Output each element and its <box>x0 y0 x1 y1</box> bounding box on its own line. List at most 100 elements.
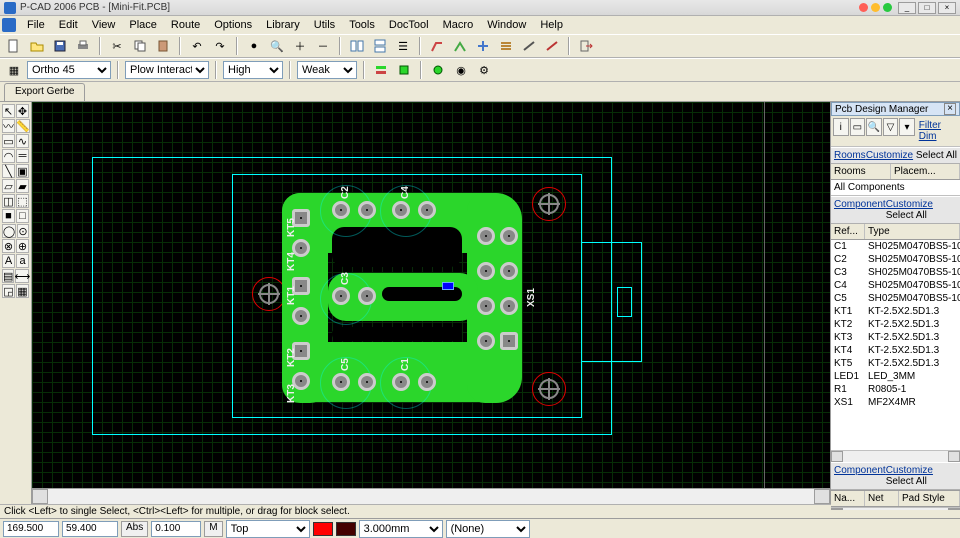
selectall-link-3[interactable]: Select All <box>886 476 927 487</box>
component-list-body[interactable]: C1SH025M0470BS5-1012C2SH025M0470BS5-1012… <box>831 240 960 450</box>
route-multi-icon[interactable] <box>519 36 539 56</box>
menu-tools[interactable]: Tools <box>342 18 382 32</box>
component-row[interactable]: C2SH025M0470BS5-1012 <box>831 253 960 266</box>
undo-icon[interactable]: ↶ <box>187 36 207 56</box>
settings-icon[interactable]: ⚙ <box>474 60 494 80</box>
minimize-dot-icon[interactable] <box>871 3 880 12</box>
snap-icon[interactable]: ▦ <box>4 60 24 80</box>
customize-link[interactable]: Customize <box>866 150 913 161</box>
menu-view[interactable]: View <box>85 18 123 32</box>
tab-export-gerber[interactable]: Export Gerbe <box>4 83 85 101</box>
zoom-window-icon[interactable]: 🔍 <box>267 36 287 56</box>
exit-icon[interactable] <box>576 36 596 56</box>
highlight-icon[interactable]: ▽ <box>883 118 899 136</box>
menu-macro[interactable]: Macro <box>436 18 481 32</box>
filter-toggle-icon[interactable]: ▾ <box>899 118 915 136</box>
via-icon[interactable] <box>428 60 448 80</box>
placem-col[interactable]: Placem... <box>891 164 960 179</box>
component-row[interactable]: KT4KT-2.5X2.5D1.3 <box>831 344 960 357</box>
route-bus-icon[interactable] <box>496 36 516 56</box>
component-row[interactable]: XS1MF2X4MR <box>831 396 960 409</box>
menu-doctool[interactable]: DocTool <box>382 18 436 32</box>
route-interactive-icon[interactable] <box>450 36 470 56</box>
panel-h-scroll-2[interactable] <box>831 507 960 510</box>
zoom-icon[interactable]: 🔍 <box>866 118 882 136</box>
menu-library[interactable]: Library <box>259 18 307 32</box>
print-icon[interactable] <box>73 36 93 56</box>
scroll-left-icon[interactable] <box>32 489 48 504</box>
via-tool-icon[interactable]: ⊙ <box>17 224 29 238</box>
zoom-out-icon[interactable]: － <box>313 36 333 56</box>
components-label[interactable]: Component <box>834 199 886 221</box>
table-tool-icon[interactable]: ▦ <box>16 284 29 298</box>
rooms-label[interactable]: Rooms <box>834 150 866 161</box>
weak-combo[interactable]: Weak <box>297 61 357 79</box>
room-tool-icon[interactable]: □ <box>16 209 29 223</box>
component-row[interactable]: C5SH025M0470BS5-1012 <box>831 292 960 305</box>
select-icon[interactable]: ▭ <box>850 118 866 136</box>
nets-comp-label[interactable]: Component <box>834 465 886 487</box>
all-components-row[interactable]: All Components <box>831 180 960 196</box>
abs-button[interactable]: Abs <box>121 521 148 537</box>
keepout-tool-icon[interactable]: ⬚ <box>16 194 29 208</box>
priority-combo[interactable]: High <box>223 61 283 79</box>
list-icon[interactable]: ☰ <box>393 36 413 56</box>
measure-tool-icon[interactable]: 📏 <box>16 119 30 133</box>
component-row[interactable]: R1R0805-1 <box>831 383 960 396</box>
route-miter-icon[interactable] <box>542 36 562 56</box>
component-row[interactable]: LED1LED_3MM <box>831 370 960 383</box>
customize-link-2[interactable]: Customize <box>886 199 933 210</box>
cutout-tool-icon[interactable]: ◫ <box>2 194 15 208</box>
cut-icon[interactable]: ✂ <box>107 36 127 56</box>
paste-icon[interactable] <box>153 36 173 56</box>
component-row[interactable]: KT5KT-2.5X2.5D1.3 <box>831 357 960 370</box>
component-row[interactable]: KT2KT-2.5X2.5D1.3 <box>831 318 960 331</box>
menu-utils[interactable]: Utils <box>307 18 342 32</box>
selectall-link-2[interactable]: Select All <box>886 210 927 221</box>
move-tool-icon[interactable]: ✥ <box>16 104 29 118</box>
dim-tool-icon[interactable]: ⟷ <box>15 269 29 283</box>
col-type[interactable]: Type <box>865 224 960 239</box>
pour-tool-icon[interactable]: ▰ <box>16 179 29 193</box>
h-scrollbar[interactable] <box>32 488 830 504</box>
component-row[interactable]: C3SH025M0470BS5-1012 <box>831 266 960 279</box>
arc-tool-icon[interactable]: ◠ <box>2 149 15 163</box>
detail-tool-icon[interactable]: ◲ <box>2 284 15 298</box>
minimize-button[interactable]: _ <box>898 2 916 14</box>
panel-h-scroll[interactable] <box>831 450 960 462</box>
panel-title-bar[interactable]: Pcb Design Manager × <box>831 102 960 116</box>
new-icon[interactable] <box>4 36 24 56</box>
open-icon[interactable] <box>27 36 47 56</box>
rooms-col[interactable]: Rooms <box>831 164 891 179</box>
menu-file[interactable]: File <box>20 18 52 32</box>
col-name[interactable]: Na... <box>831 491 865 506</box>
pad-tool-icon[interactable]: ◯ <box>2 224 16 238</box>
menu-help[interactable]: Help <box>533 18 570 32</box>
save-icon[interactable] <box>50 36 70 56</box>
coord-y[interactable]: 59.400 <box>62 521 118 537</box>
coord-x[interactable]: 169.500 <box>3 521 59 537</box>
design-canvas[interactable]: KT5 KT4 KT1 KT2 KT3 C2 C4 C3 C5 C1 XS1 <box>32 102 830 488</box>
plane-tool-icon[interactable]: ■ <box>2 209 15 223</box>
col-ref[interactable]: Ref... <box>831 224 865 239</box>
mac-traffic-lights[interactable] <box>859 3 892 12</box>
menu-route[interactable]: Route <box>164 18 207 32</box>
menu-place[interactable]: Place <box>122 18 164 32</box>
select-tool-icon[interactable]: ↖ <box>2 104 15 118</box>
grid-field[interactable]: 0.100 <box>151 521 201 537</box>
m-button[interactable]: M <box>204 521 222 537</box>
poly-tool-icon[interactable]: ▱ <box>2 179 15 193</box>
zoom-in-icon[interactable]: ＋ <box>290 36 310 56</box>
scroll-track[interactable] <box>48 489 814 504</box>
zoom-dot-icon[interactable] <box>883 3 892 12</box>
layer-combo[interactable]: Top <box>226 520 310 538</box>
bus-tool-icon[interactable]: ═ <box>16 149 29 163</box>
field-tool-icon[interactable]: ▤ <box>2 269 14 283</box>
ortho-combo[interactable]: Ortho 45 <box>27 61 111 79</box>
copy-icon[interactable] <box>130 36 150 56</box>
selectall-link[interactable]: Select All <box>916 150 957 161</box>
panel-close-icon[interactable]: × <box>944 103 956 115</box>
route-fanout-icon[interactable] <box>473 36 493 56</box>
image-tool-icon[interactable]: ▣ <box>16 164 29 178</box>
line-tool-icon[interactable]: ╲ <box>2 164 15 178</box>
